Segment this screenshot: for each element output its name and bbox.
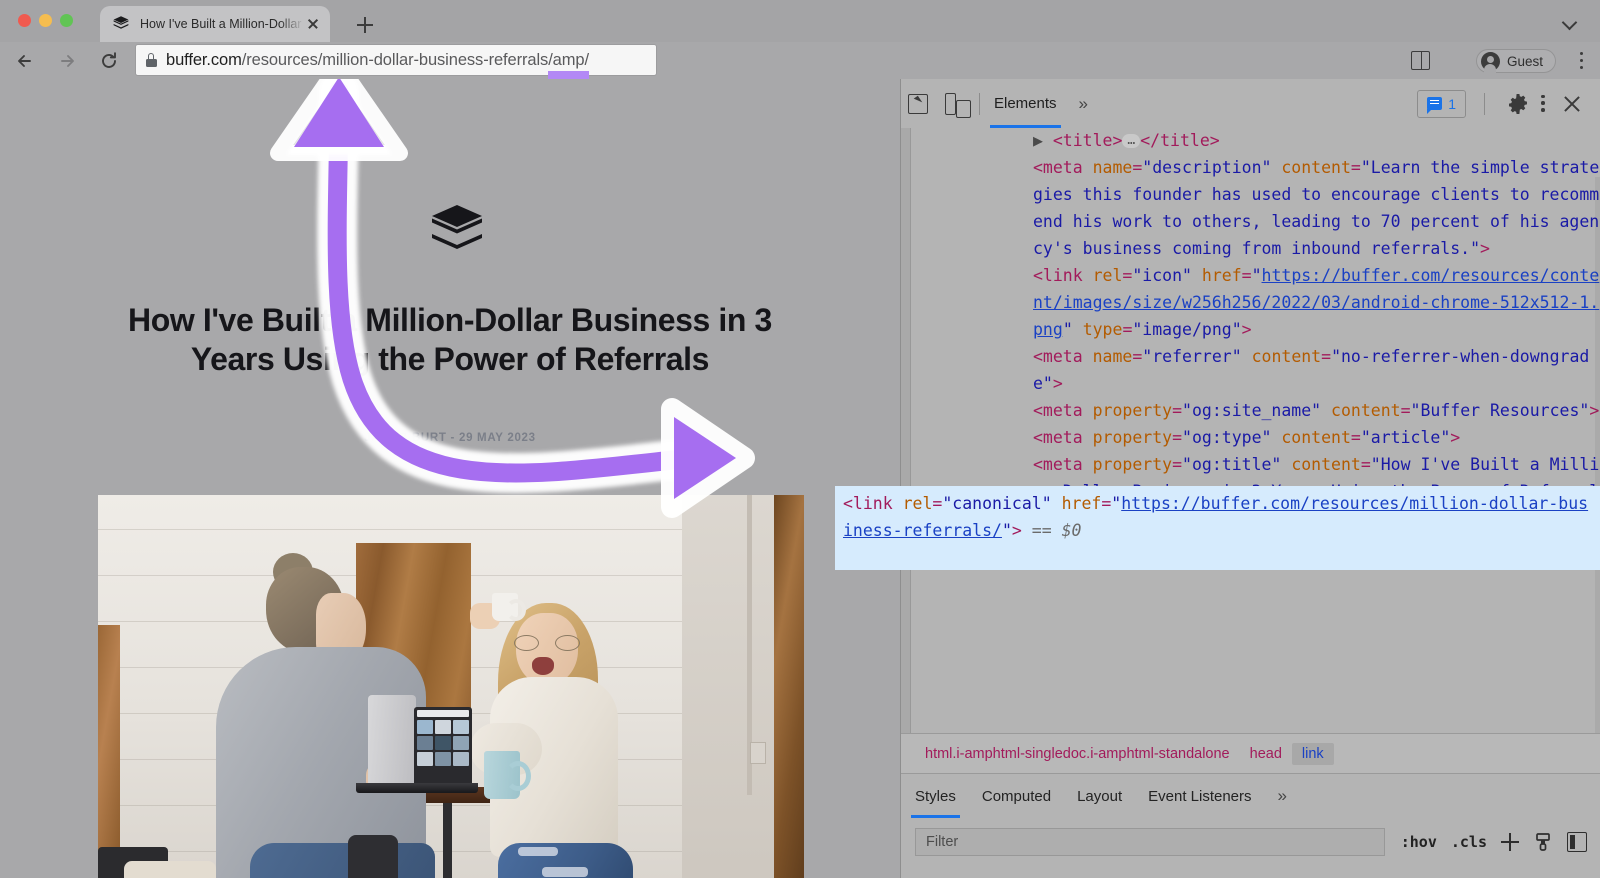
article-byline: JACOB BURT - 29 MAY 2023 xyxy=(364,432,536,444)
devtools-panel: Elements » 1 h,minimum-scale=1,initial-s… xyxy=(835,79,1600,878)
tab-layout[interactable]: Layout xyxy=(1077,774,1122,818)
lock-icon xyxy=(146,53,157,67)
devtools-more-options-icon[interactable] xyxy=(1541,94,1545,113)
brush-icon[interactable] xyxy=(1533,832,1553,852)
back-button[interactable] xyxy=(14,50,36,72)
expand-ellipsis-icon[interactable]: … xyxy=(1122,134,1141,148)
breadcrumb-item[interactable]: link xyxy=(1291,742,1334,765)
selected-dom-node[interactable]: <link rel="canonical" href="https://buff… xyxy=(835,486,1600,570)
hero-image xyxy=(98,495,804,878)
profile-button[interactable]: Guest xyxy=(1475,49,1556,73)
styles-filter-input[interactable]: Filter xyxy=(915,828,1385,856)
toolbar-divider xyxy=(979,92,980,115)
inspect-element-icon[interactable] xyxy=(901,88,935,120)
toolbar-divider-2 xyxy=(1484,92,1485,115)
styles-tab-bar: Styles Computed Layout Event Listeners » xyxy=(901,774,1600,818)
address-bar-url: buffer.com/resources/million-dollar-busi… xyxy=(166,50,589,79)
buffer-logo xyxy=(430,204,484,260)
issues-icon xyxy=(1427,97,1443,114)
new-tab-button[interactable] xyxy=(352,12,378,38)
browser-menu-button[interactable] xyxy=(1580,52,1584,70)
forward-button[interactable] xyxy=(56,50,78,72)
avatar-icon xyxy=(1480,51,1500,73)
side-panel-button[interactable] xyxy=(1411,51,1430,70)
maximize-window-button[interactable] xyxy=(60,14,73,27)
amp-highlight-marker xyxy=(548,70,589,79)
gear-icon[interactable] xyxy=(1507,93,1529,115)
tab-search-chevron-icon[interactable] xyxy=(1562,14,1578,30)
dom-line[interactable]: <meta name="referrer" content="no-referr… xyxy=(973,343,1600,397)
close-window-button[interactable] xyxy=(18,14,31,27)
reload-button[interactable] xyxy=(98,50,120,72)
sidebar-toggle-icon[interactable] xyxy=(1567,832,1587,852)
buffer-logo-icon xyxy=(112,15,130,33)
dom-scrollbar[interactable] xyxy=(1595,177,1600,733)
screenshot-root: How I've Built a Million-Dollar B Guest xyxy=(0,0,1600,878)
url-path: /resources/million-dollar-business-refer… xyxy=(241,50,549,69)
browser-tab-title: How I've Built a Million-Dollar B xyxy=(140,17,304,31)
breadcrumb-item[interactable]: head xyxy=(1240,743,1292,765)
devtools-toolbar: Elements » 1 xyxy=(901,79,1600,128)
device-toolbar-icon[interactable] xyxy=(935,88,971,120)
minimize-window-button[interactable] xyxy=(39,14,52,27)
tab-computed[interactable]: Computed xyxy=(982,774,1051,818)
page-title: How I've Built a Million-Dollar Business… xyxy=(128,302,772,378)
cls-toggle[interactable]: .cls xyxy=(1451,833,1487,851)
url-amp-segment: /amp/ xyxy=(548,51,589,79)
tab-styles[interactable]: Styles xyxy=(911,774,960,818)
dom-line[interactable]: <link rel="icon" href="https://buffer.co… xyxy=(973,262,1600,343)
plus-icon[interactable] xyxy=(1501,833,1519,851)
close-tab-button[interactable] xyxy=(304,15,322,33)
issues-count: 1 xyxy=(1448,95,1456,112)
browser-tab-strip: How I've Built a Million-Dollar B xyxy=(0,0,1600,42)
issues-button[interactable]: 1 xyxy=(1417,89,1466,118)
profile-label: Guest xyxy=(1506,53,1543,69)
breadcrumb[interactable]: html.i-amphtml-singledoc.i-amphtml-stand… xyxy=(901,733,1600,773)
tab-event-listeners[interactable]: Event Listeners xyxy=(1148,774,1251,818)
address-bar[interactable]: buffer.com/resources/million-dollar-busi… xyxy=(136,45,656,79)
page-viewport: How I've Built a Million-Dollar Business… xyxy=(0,79,900,878)
url-host: buffer.com xyxy=(166,50,242,69)
dom-gutter xyxy=(901,128,911,733)
hov-toggle[interactable]: :hov xyxy=(1401,833,1437,851)
styles-filter-row: Filter :hov .cls xyxy=(915,822,1587,862)
dom-line[interactable]: <meta name="description" content="Learn … xyxy=(973,154,1600,262)
breadcrumb-item[interactable]: html.i-amphtml-singledoc.i-amphtml-stand… xyxy=(915,743,1240,765)
more-panels-icon[interactable]: » xyxy=(1073,94,1094,114)
dom-line[interactable]: ▶ <title>… </title> xyxy=(973,128,1600,154)
tab-elements[interactable]: Elements xyxy=(990,79,1061,128)
dom-tree-pane[interactable]: h,minimum-scale=1,initial-scale=1">▶ <ti… xyxy=(901,128,1600,733)
window-traffic-lights xyxy=(18,14,73,27)
styles-more-tabs-icon[interactable]: » xyxy=(1278,786,1287,806)
dom-line[interactable]: <meta property="og:type" content="articl… xyxy=(973,424,1600,451)
close-devtools-icon[interactable] xyxy=(1561,93,1583,115)
dom-line[interactable]: <meta property="og:site_name" content="B… xyxy=(973,397,1600,424)
styles-pane: Styles Computed Layout Event Listeners »… xyxy=(901,773,1600,878)
browser-tab-active[interactable]: How I've Built a Million-Dollar B xyxy=(100,6,330,42)
